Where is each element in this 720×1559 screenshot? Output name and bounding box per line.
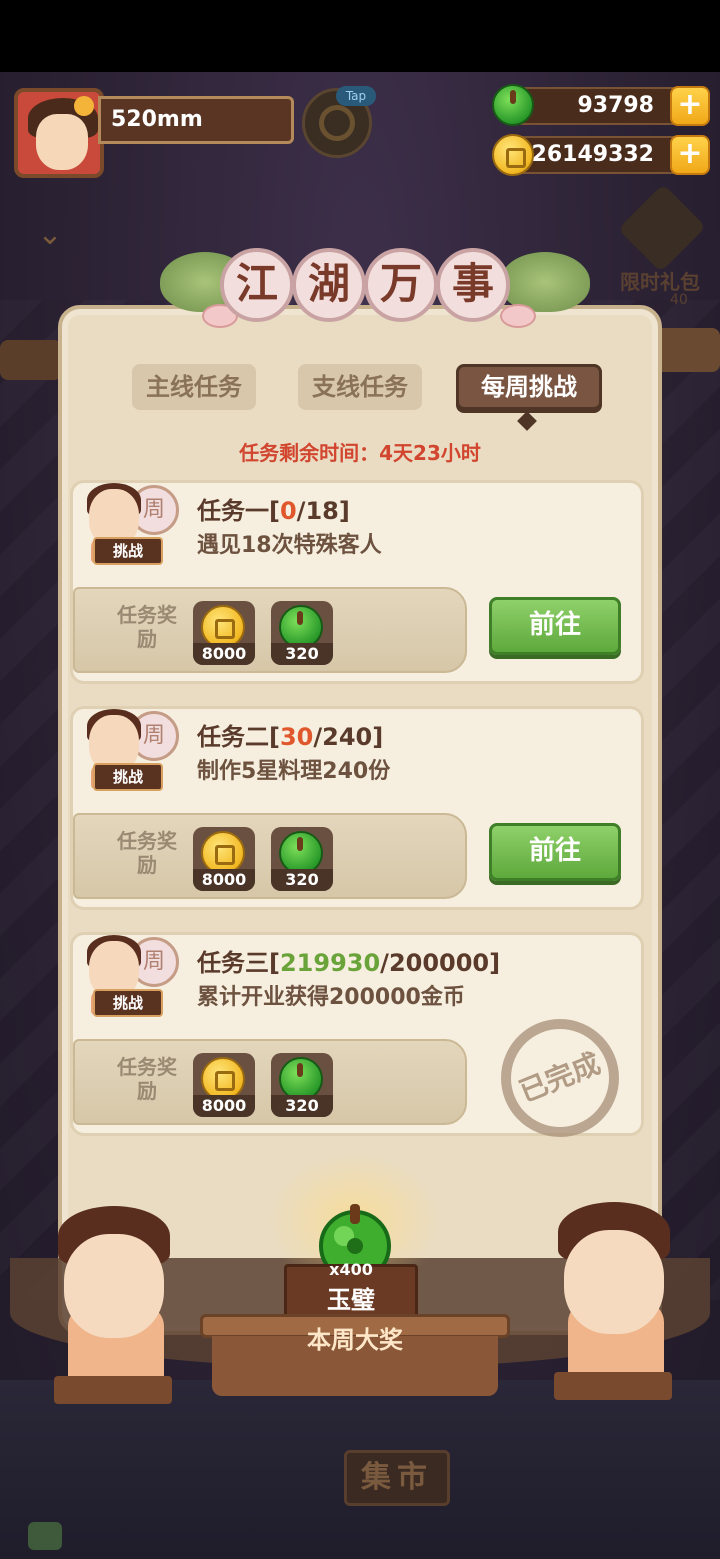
reward-value: 320 bbox=[271, 869, 333, 891]
prize-count: x400 bbox=[329, 1260, 373, 1279]
add-jade-button[interactable]: + bbox=[670, 86, 710, 126]
status-bar bbox=[0, 0, 720, 72]
reward-scroll: 任务奖励 8000 320 bbox=[73, 1039, 467, 1125]
task-description: 累计开业获得200000金币 bbox=[197, 985, 465, 1010]
go-button[interactable]: 前往 bbox=[489, 597, 621, 655]
prize-name: 玉璧 bbox=[327, 1286, 375, 1314]
gift-box-icon bbox=[617, 183, 707, 273]
limited-gift-button[interactable]: 限时礼包 40 bbox=[610, 183, 710, 318]
remaining-time: 任务剩余时间：4天23小时 bbox=[239, 441, 481, 465]
task-title: 任务一[0/18] bbox=[197, 491, 350, 526]
scroll-rod-right bbox=[656, 328, 720, 372]
challenge-tag: 挑战 bbox=[93, 989, 163, 1017]
challenge-tag: 挑战 bbox=[93, 537, 163, 565]
right-waitress-character bbox=[548, 1202, 678, 1400]
completed-stamp: 已完成 bbox=[483, 1001, 637, 1155]
reward-value: 8000 bbox=[193, 1095, 255, 1117]
task-avatar: 周 挑战 bbox=[83, 931, 179, 1023]
tab-weekly-challenge[interactable]: 每周挑战 bbox=[456, 364, 602, 410]
tap-ring-icon bbox=[319, 105, 355, 141]
avatar-face bbox=[36, 114, 88, 170]
tap-label: Tap bbox=[336, 86, 376, 106]
title-char: 事 bbox=[436, 248, 510, 322]
player-name: 520mm bbox=[98, 96, 294, 144]
scroll-rod-left bbox=[0, 340, 62, 380]
reward-value: 8000 bbox=[193, 643, 255, 665]
jade-icon bbox=[492, 84, 534, 126]
corner-button[interactable] bbox=[28, 1522, 62, 1550]
reward-label: 任务奖励 bbox=[117, 829, 177, 877]
reward-value: 320 bbox=[271, 643, 333, 665]
task-progress: 219930 bbox=[279, 949, 381, 977]
reward-jade: 320 bbox=[271, 1053, 333, 1117]
title-char: 湖 bbox=[292, 248, 366, 322]
character-face bbox=[64, 1234, 164, 1338]
tab-side-quests[interactable]: 支线任务 bbox=[298, 364, 422, 410]
character-face bbox=[564, 1230, 664, 1334]
reward-label: 任务奖励 bbox=[117, 1055, 177, 1103]
progress-open: [ bbox=[269, 497, 280, 525]
tab-main-quests[interactable]: 主线任务 bbox=[132, 364, 256, 410]
reward-value: 320 bbox=[271, 1095, 333, 1117]
market-sign[interactable]: 集市 bbox=[344, 1450, 450, 1506]
reward-coin: 8000 bbox=[193, 827, 255, 891]
player-avatar[interactable] bbox=[14, 88, 104, 178]
title-characters: 江 湖 万 事 bbox=[220, 248, 520, 332]
task-progress: 0 bbox=[279, 497, 297, 525]
weekly-prize-label: 本周大奖 bbox=[307, 1326, 403, 1354]
task-card: 周 挑战 任务三[219930/200000] 累计开业获得200000金币 任… bbox=[70, 931, 644, 1155]
reward-scroll: 任务奖励 8000 320 bbox=[73, 587, 467, 673]
task-card: 周 挑战 任务二[30/240] 制作5星料理240份 任务奖励 8000 32… bbox=[70, 706, 644, 910]
task-name: 任务三 bbox=[197, 949, 269, 977]
task-total: /240] bbox=[313, 723, 384, 751]
reward-jade: 320 bbox=[271, 827, 333, 891]
task-progress: 30 bbox=[279, 723, 314, 751]
limited-gift-timer: 40 bbox=[670, 292, 688, 308]
reward-value: 8000 bbox=[193, 869, 255, 891]
task-card: 周 挑战 任务一[0/18] 遇见18次特殊客人 任务奖励 8000 320 前… bbox=[70, 480, 644, 684]
reward-jade: 320 bbox=[271, 601, 333, 665]
title-char: 万 bbox=[364, 248, 438, 322]
task-title: 任务二[30/240] bbox=[197, 717, 383, 752]
character-stool bbox=[554, 1372, 672, 1400]
task-avatar: 周 挑战 bbox=[83, 479, 179, 571]
progress-open: [ bbox=[269, 723, 280, 751]
progress-open: [ bbox=[269, 949, 280, 977]
left-waitress-character bbox=[48, 1206, 178, 1404]
reward-scroll: 任务奖励 8000 320 bbox=[73, 813, 467, 899]
go-button[interactable]: 前往 bbox=[489, 823, 621, 881]
add-coins-button[interactable]: + bbox=[670, 135, 710, 175]
challenge-tag: 挑战 bbox=[93, 763, 163, 791]
task-total: /200000] bbox=[380, 949, 501, 977]
avatar-crown-icon bbox=[74, 96, 94, 116]
task-avatar: 周 挑战 bbox=[83, 705, 179, 797]
title-char: 江 bbox=[220, 248, 294, 322]
reward-coin: 8000 bbox=[193, 601, 255, 665]
character-stool bbox=[54, 1376, 172, 1404]
collapse-chevron-icon[interactable]: ⌄ bbox=[30, 220, 70, 250]
task-total: /18] bbox=[296, 497, 350, 525]
task-name: 任务二 bbox=[197, 723, 269, 751]
task-name: 任务一 bbox=[197, 497, 269, 525]
task-description: 遇见18次特殊客人 bbox=[197, 533, 382, 558]
reward-coin: 8000 bbox=[193, 1053, 255, 1117]
coin-icon bbox=[492, 134, 534, 176]
task-description: 制作5星料理240份 bbox=[197, 759, 391, 784]
panel-title: 江 湖 万 事 bbox=[160, 240, 590, 340]
reward-label: 任务奖励 bbox=[117, 603, 177, 651]
limited-gift-label: 限时礼包 bbox=[620, 270, 700, 294]
task-title: 任务三[219930/200000] bbox=[197, 943, 500, 978]
